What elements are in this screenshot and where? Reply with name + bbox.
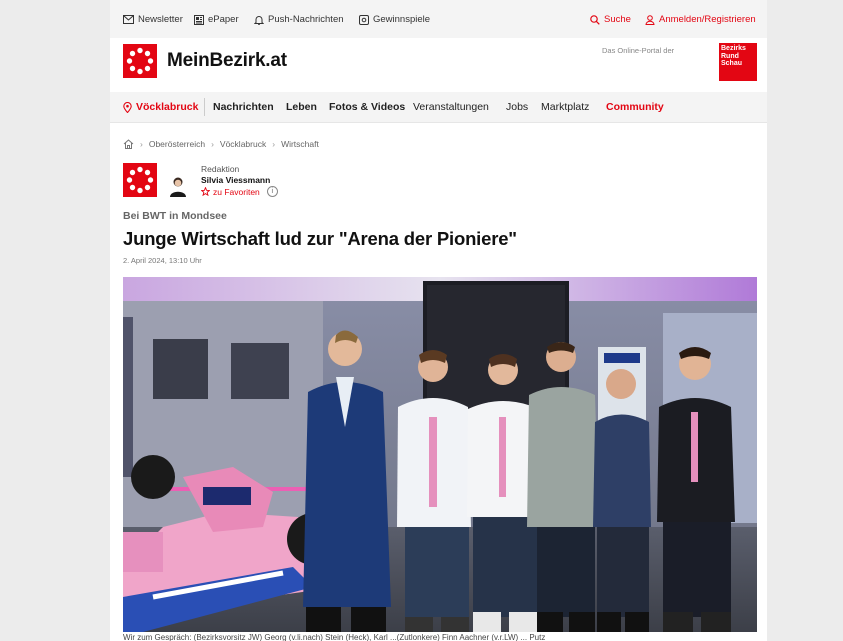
article-photo[interactable] <box>123 277 757 632</box>
nav-divider <box>204 98 205 116</box>
partner-line-1: Bezirks <box>721 45 746 52</box>
bell-icon <box>254 15 264 25</box>
author-outlet-logo[interactable] <box>123 163 157 197</box>
brand-name[interactable]: MeinBezirk.at <box>167 50 287 72</box>
gewinnspiele-label: Gewinnspiele <box>373 14 431 25</box>
breadcrumb-item[interactable]: Oberösterreich <box>149 139 205 149</box>
search-icon <box>590 14 600 25</box>
nav-item-nachrichten[interactable]: Nachrichten <box>213 101 274 113</box>
top-utility-bar: Newsletter ePaper Push-Nachrichten Gewin… <box>110 0 767 38</box>
push-link[interactable]: Push-Nachrichten <box>254 14 344 25</box>
site-header: MeinBezirk.at Das Online-Portal der Bezi… <box>110 38 767 93</box>
sunburst-logo-icon <box>126 166 154 194</box>
info-icon[interactable]: i <box>266 186 278 197</box>
search-label: Suche <box>604 14 631 25</box>
author-avatar[interactable] <box>168 175 188 197</box>
epaper-link[interactable]: ePaper <box>194 14 239 25</box>
nav-location-label: Vöcklabruck <box>136 101 199 113</box>
author-role: Redaktion <box>201 164 240 174</box>
main-nav: Vöcklabruck Nachrichten Leben Fotos & Vi… <box>110 92 767 123</box>
group-photo-image <box>123 277 757 632</box>
nav-item-jobs[interactable]: Jobs <box>506 101 528 113</box>
pin-icon <box>123 101 132 113</box>
envelope-icon <box>123 15 134 24</box>
bezirksrundschau-logo[interactable]: Bezirks Rund Schau <box>719 43 757 81</box>
favorite-label: zu Favoriten <box>213 186 260 197</box>
photo-caption: Wir zum Gespräch: (Bezirksvorsitz JW) Ge… <box>123 633 546 641</box>
article-kicker: Bei BWT in Mondsee <box>123 210 227 222</box>
login-link[interactable]: Anmelden/Registrieren <box>645 14 756 25</box>
nav-item-veranstaltungen[interactable]: Veranstaltungen <box>413 101 489 113</box>
author-name[interactable]: Silvia Viessmann <box>201 175 270 185</box>
breadcrumb-item[interactable]: Wirtschaft <box>281 139 319 149</box>
portal-tagline: Das Online-Portal der <box>602 46 675 55</box>
star-icon <box>201 187 210 196</box>
nav-item-marktplatz[interactable]: Marktplatz <box>541 101 589 113</box>
chevron-right-icon: › <box>140 139 143 149</box>
user-icon <box>645 14 655 25</box>
nav-item-fotos-videos[interactable]: Fotos & Videos <box>329 101 405 113</box>
sunburst-logo-icon <box>126 47 154 75</box>
nav-item-leben[interactable]: Leben <box>286 101 317 113</box>
newsletter-link[interactable]: Newsletter <box>123 14 183 25</box>
chevron-right-icon: › <box>272 139 276 149</box>
breadcrumb: › Oberösterreich › Vöcklabruck › Wirtsch… <box>123 139 319 149</box>
page: Newsletter ePaper Push-Nachrichten Gewin… <box>110 0 767 641</box>
login-label: Anmelden/Registrieren <box>659 14 756 25</box>
breadcrumb-item[interactable]: Vöcklabruck <box>220 139 266 149</box>
article-title: Junge Wirtschaft lud zur "Arena der Pion… <box>123 228 517 249</box>
add-favorite-button[interactable]: zu Favoriten i <box>201 186 278 197</box>
search-link[interactable]: Suche <box>590 14 631 25</box>
home-icon[interactable] <box>123 139 134 149</box>
chevron-right-icon: › <box>211 139 214 149</box>
nav-location[interactable]: Vöcklabruck <box>123 101 198 113</box>
newspaper-icon <box>194 14 204 25</box>
push-label: Push-Nachrichten <box>268 14 344 25</box>
epaper-label: ePaper <box>208 14 239 25</box>
brand-logo[interactable] <box>123 44 157 78</box>
newsletter-label: Newsletter <box>138 14 183 25</box>
gewinnspiele-link[interactable]: Gewinnspiele <box>359 14 430 25</box>
article-date: 2. April 2024, 13:10 Uhr <box>123 256 202 265</box>
gift-icon <box>359 14 369 25</box>
nav-item-community[interactable]: Community <box>606 101 664 113</box>
partner-line-3: Schau <box>721 60 743 67</box>
partner-line-2: Rund <box>721 52 739 60</box>
